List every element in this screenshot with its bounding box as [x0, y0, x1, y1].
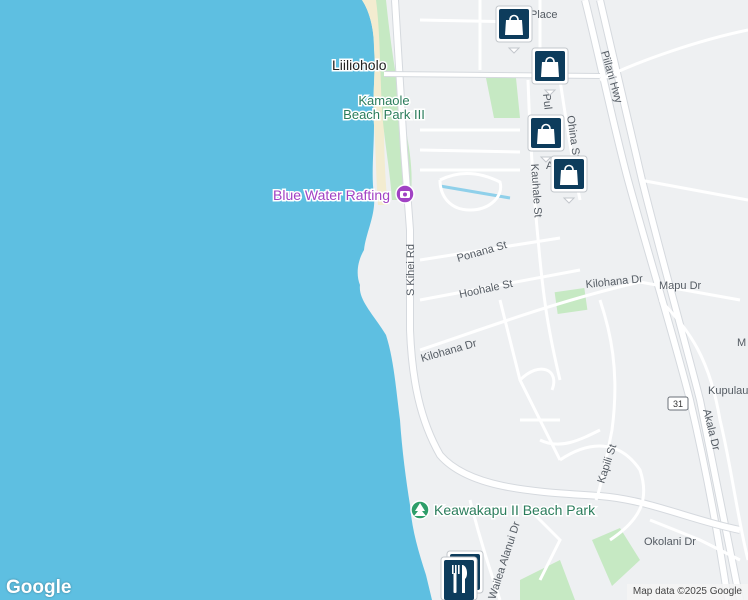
label-kupulau: Kupulau [708, 385, 748, 397]
map-canvas[interactable]: S Kihei Rd Piilani Hwy Kauhale St Ohina … [0, 0, 748, 600]
route-31-shield: 31 [667, 396, 689, 411]
label-kamaole-line1: Kamaole [358, 93, 409, 108]
label-keawakapu: Keawakapu II Beach Park [434, 502, 596, 518]
google-logo: Google [6, 577, 72, 598]
poi-keawakapu[interactable]: Keawakapu II Beach Park [410, 500, 598, 520]
label-liilioholo: Liilioholo [332, 57, 387, 73]
label-mapu-dr: Mapu Dr [659, 280, 702, 292]
route-31-label: 31 [673, 399, 683, 409]
restaurant-pin[interactable] [440, 556, 478, 600]
label-pul: Pul [540, 93, 554, 110]
label-blue-water-rafting: Blue Water Rafting [273, 187, 390, 203]
label-s-kihei-rd: S Kihei Rd [405, 244, 417, 296]
label-okolani-dr: Okolani Dr [644, 536, 696, 548]
map-attribution[interactable]: Map data ©2025 Google [626, 584, 748, 600]
label-place-partial: Place [530, 9, 558, 21]
label-m-partial: M [737, 337, 746, 349]
label-kamaole-line2: Beach Park III [343, 107, 425, 122]
